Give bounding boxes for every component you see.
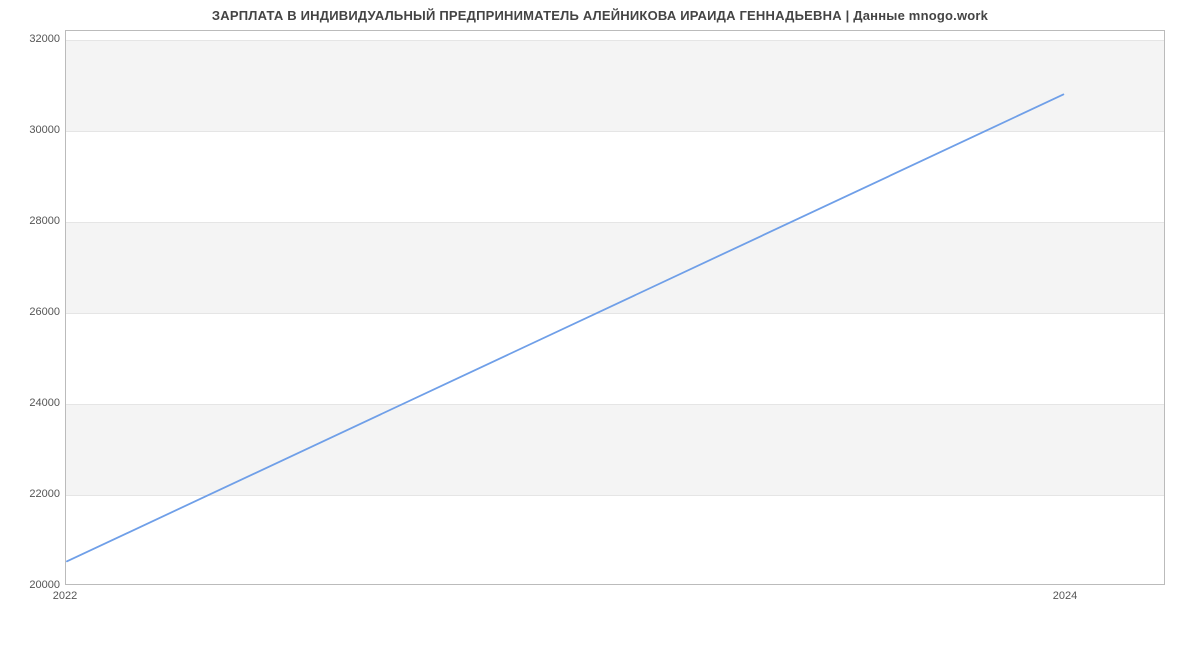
x-tick-label: 2022	[53, 590, 77, 602]
y-tick-label: 22000	[10, 488, 60, 500]
plot-area	[65, 30, 1165, 585]
series-line	[67, 94, 1063, 561]
chart-title: ЗАРПЛАТА В ИНДИВИДУАЛЬНЫЙ ПРЕДПРИНИМАТЕЛ…	[0, 8, 1200, 23]
y-tick-label: 26000	[10, 306, 60, 318]
chart-container: ЗАРПЛАТА В ИНДИВИДУАЛЬНЫЙ ПРЕДПРИНИМАТЕЛ…	[0, 0, 1200, 650]
y-tick-label: 32000	[10, 33, 60, 45]
y-tick-label: 28000	[10, 215, 60, 227]
y-tick-label: 30000	[10, 124, 60, 136]
y-tick-label: 24000	[10, 397, 60, 409]
x-tick-label: 2024	[1053, 590, 1077, 602]
line-layer	[66, 31, 1164, 584]
